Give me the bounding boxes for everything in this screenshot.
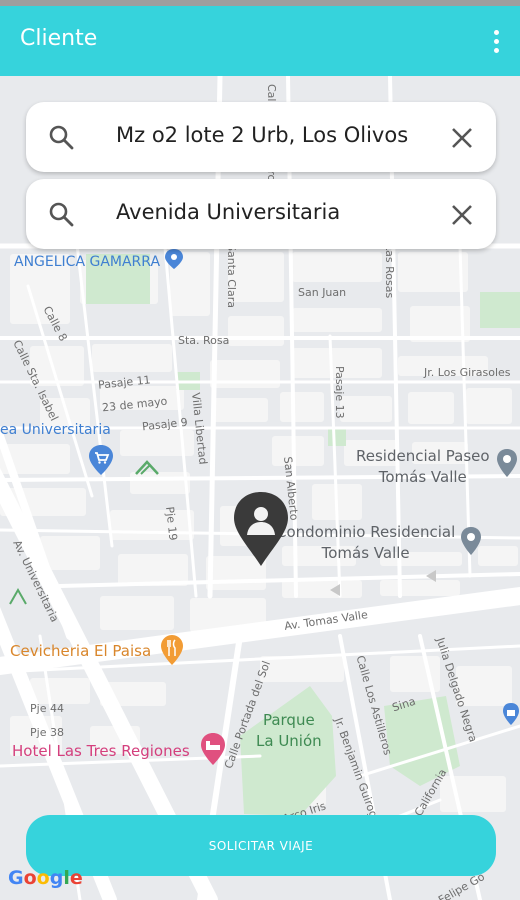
park-icon: [135, 460, 159, 475]
poi-cevicheria[interactable]: Cevicheria El Paisa: [10, 642, 151, 660]
place-pin-icon: [497, 449, 517, 477]
destination-search-field[interactable]: Avenida Universitaria: [26, 179, 496, 249]
app-bar: Cliente: [0, 6, 520, 76]
street-label: Pje 38: [30, 726, 64, 739]
app-title: Cliente: [20, 26, 98, 51]
close-icon[interactable]: [450, 203, 474, 227]
search-icon[interactable]: [48, 124, 74, 150]
destination-input[interactable]: Avenida Universitaria: [116, 200, 438, 224]
school-icon: [165, 249, 184, 269]
poi-hotel[interactable]: Hotel Las Tres Regiones: [12, 742, 190, 760]
poi-residencial-paseo[interactable]: Residencial Paseo Tomás Valle: [356, 446, 490, 488]
street-label: Pje 44: [30, 702, 64, 715]
request-ride-button[interactable]: SOLICITAR VIAJE: [26, 815, 496, 876]
shopping-cart-icon: [89, 445, 113, 475]
lock-icon: [503, 703, 519, 725]
google-logo: Google: [8, 867, 83, 889]
street-label: Sta. Rosa: [178, 334, 230, 347]
street-label: Las Rosas: [383, 244, 396, 299]
street-label: Jr. Los Girasoles: [424, 366, 511, 379]
origin-search-field[interactable]: Mz o2 lote 2 Urb, Los Olivos: [26, 102, 496, 172]
more-vert-icon[interactable]: [484, 24, 508, 58]
poi-condominio[interactable]: Condominio Residencial Tomás Valle: [276, 522, 455, 564]
street-label: San Juan: [298, 286, 347, 299]
poi-angelica-gamarra[interactable]: ANGELICA GAMARRA: [14, 248, 184, 270]
search-icon[interactable]: [48, 201, 74, 227]
origin-input[interactable]: Mz o2 lote 2 Urb, Los Olivos: [116, 123, 438, 147]
location-marker-person-pin-icon[interactable]: [232, 490, 290, 568]
street-label: Pasaje 13: [333, 366, 346, 419]
poi-parque-la-union[interactable]: Parque La Unión: [256, 710, 322, 752]
park-icon: [9, 587, 27, 605]
restaurant-icon: [161, 635, 183, 665]
close-icon[interactable]: [450, 126, 474, 150]
hotel-icon: [201, 733, 225, 765]
poi-universitaria[interactable]: ea Universitaria: [0, 422, 111, 438]
place-pin-icon: [461, 527, 481, 555]
street-label: Santa Clara: [225, 244, 238, 308]
